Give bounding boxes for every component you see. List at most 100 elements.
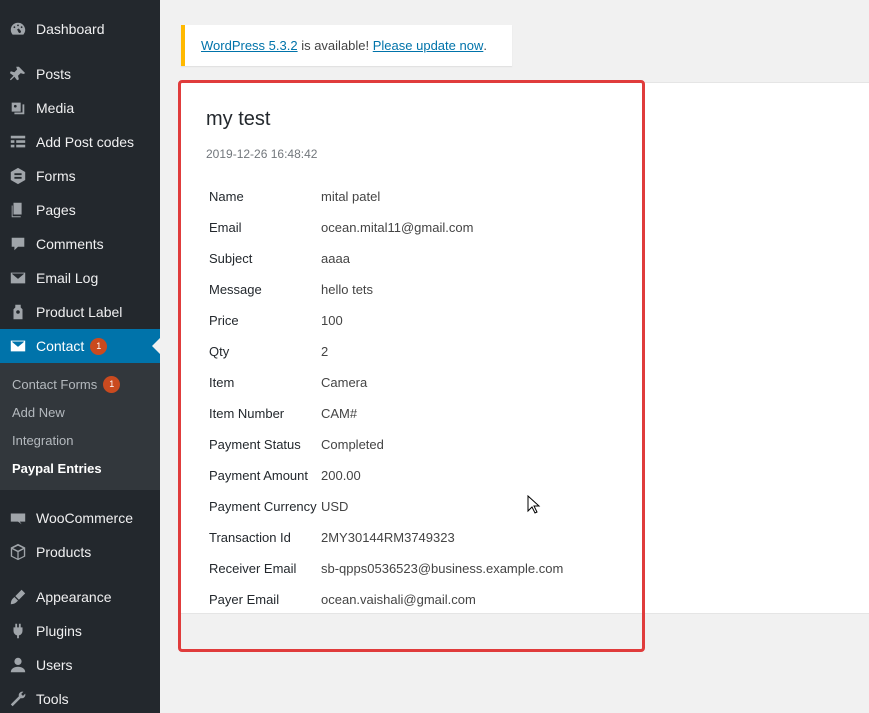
menu-item-users[interactable]: Users xyxy=(0,648,160,682)
menu-item-pages[interactable]: Pages xyxy=(0,193,160,227)
field-row-qty: Qty 2 xyxy=(209,341,328,361)
submenu-item-add-new[interactable]: Add New xyxy=(12,402,65,422)
notice-text: is available! xyxy=(297,38,373,53)
menu-label: Plugins xyxy=(36,623,82,639)
forms-icon xyxy=(8,166,28,186)
menu-item-appearance[interactable]: Appearance xyxy=(0,580,160,614)
menu-label: Pages xyxy=(36,202,76,218)
field-row-payment-currency: Payment Currency USD xyxy=(209,496,348,516)
field-label: Email xyxy=(209,219,242,235)
woo-icon xyxy=(8,508,28,528)
menu-label: Email Log xyxy=(36,270,99,286)
field-label: Item xyxy=(209,374,235,390)
envelope-icon xyxy=(8,336,28,356)
field-label: Message xyxy=(209,281,262,297)
menu-label: Contact xyxy=(36,338,85,354)
mouse-cursor-icon xyxy=(527,495,541,514)
submenu-label: Paypal Entries xyxy=(12,460,102,476)
comment-icon xyxy=(8,234,28,254)
menu-label: Users xyxy=(36,657,73,673)
field-value: sb-qpps0536523@business.example.com xyxy=(321,560,564,576)
field-label: Subject xyxy=(209,250,253,266)
notification-badge: 1 xyxy=(103,375,121,393)
menu-item-contact[interactable]: Contact 1 xyxy=(0,329,160,363)
field-row-message: Message hello tets xyxy=(209,279,373,299)
menu-item-forms[interactable]: Forms xyxy=(0,159,160,193)
field-row-payer-email: Payer Email ocean.vaishali@gmail.com xyxy=(209,589,476,609)
wrench-icon xyxy=(8,689,28,709)
entry-date: 2019-12-26 16:48:42 xyxy=(206,147,318,161)
field-value: hello tets xyxy=(321,281,374,297)
field-value: Camera xyxy=(321,374,368,390)
submenu-item-paypal-entries[interactable]: Paypal Entries xyxy=(12,458,102,478)
menu-item-media[interactable]: Media xyxy=(0,91,160,125)
submenu-item-contact-forms[interactable]: Contact Forms 1 xyxy=(12,374,121,394)
field-value: mital patel xyxy=(321,188,381,204)
update-now-link[interactable]: Please update now xyxy=(373,38,484,53)
field-value: ocean.vaishali@gmail.com xyxy=(321,591,476,607)
menu-item-product-label[interactable]: Product Label xyxy=(0,295,160,329)
field-label: Transaction Id xyxy=(209,529,291,545)
field-label: Payer Email xyxy=(209,591,280,607)
pin-icon xyxy=(8,64,28,84)
user-icon xyxy=(8,655,28,675)
field-label: Payment Amount xyxy=(209,467,308,483)
menu-item-add-post-codes[interactable]: Add Post codes xyxy=(0,125,160,159)
menu-label: Add Post codes xyxy=(36,134,135,150)
menu-label: Comments xyxy=(36,236,104,252)
menu-item-dashboard[interactable]: Dashboard xyxy=(0,12,160,46)
field-value: 100 xyxy=(321,312,343,328)
field-label: Qty xyxy=(209,343,230,359)
menu-item-comments[interactable]: Comments xyxy=(0,227,160,261)
submenu-label: Integration xyxy=(12,432,74,448)
menu-item-plugins[interactable]: Plugins xyxy=(0,614,160,648)
field-value: aaaa xyxy=(321,250,350,266)
field-row-price: Price 100 xyxy=(209,310,343,330)
field-value: 2MY30144RM3749323 xyxy=(321,529,455,545)
field-label: Price xyxy=(209,312,239,328)
box-icon xyxy=(8,542,28,562)
label-icon xyxy=(8,302,28,322)
field-row-payment-amount: Payment Amount 200.00 xyxy=(209,465,361,485)
field-row-subject: Subject aaaa xyxy=(209,248,350,268)
field-row-transaction-id: Transaction Id 2MY30144RM3749323 xyxy=(209,527,455,547)
field-value: USD xyxy=(321,498,349,514)
brush-icon xyxy=(8,587,28,607)
field-value: ocean.mital11@gmail.com xyxy=(321,219,474,235)
menu-label: WooCommerce xyxy=(36,510,133,526)
menu-item-posts[interactable]: Posts xyxy=(0,57,160,91)
field-value: CAM# xyxy=(321,405,358,421)
menu-label: Media xyxy=(36,100,75,116)
menu-item-woocommerce[interactable]: WooCommerce xyxy=(0,501,160,535)
field-row-payment-status: Payment Status Completed xyxy=(209,434,384,454)
field-value: Completed xyxy=(321,436,384,452)
field-label: Payment Currency xyxy=(209,498,317,514)
menu-item-products[interactable]: Products xyxy=(0,535,160,569)
field-row-name: Name mital patel xyxy=(209,186,380,206)
update-notice: WordPress 5.3.2 is available! Please upd… xyxy=(181,25,512,66)
submenu-item-integration[interactable]: Integration xyxy=(12,430,73,450)
field-row-item: Item Camera xyxy=(209,372,367,392)
contact-submenu: Contact Forms 1 Add New Integration Payp… xyxy=(0,363,160,490)
menu-label: Product Label xyxy=(36,304,123,320)
menu-item-email-log[interactable]: Email Log xyxy=(0,261,160,295)
submenu-label: Contact Forms xyxy=(12,376,98,392)
grid-icon xyxy=(8,132,28,152)
menu-label: Products xyxy=(36,544,92,560)
media-icon xyxy=(8,98,28,118)
field-label: Item Number xyxy=(209,405,285,421)
menu-item-tools[interactable]: Tools xyxy=(0,682,160,713)
menu-label: Appearance xyxy=(36,589,112,605)
menu-label: Dashboard xyxy=(36,21,105,37)
pages-icon xyxy=(8,200,28,220)
wordpress-version-link[interactable]: WordPress 5.3.2 xyxy=(201,38,298,53)
menu-label: Tools xyxy=(36,691,69,707)
field-row-email: Email ocean.mital11@gmail.com xyxy=(209,217,473,237)
entry-title: my test xyxy=(206,108,271,130)
menu-label: Forms xyxy=(36,168,76,184)
field-value: 2 xyxy=(321,343,329,359)
submenu-label: Add New xyxy=(12,404,65,420)
field-row-item-number: Item Number CAM# xyxy=(209,403,357,423)
admin-sidebar: Dashboard Posts Media Add Post codes For… xyxy=(0,0,160,713)
email-icon xyxy=(8,268,28,288)
